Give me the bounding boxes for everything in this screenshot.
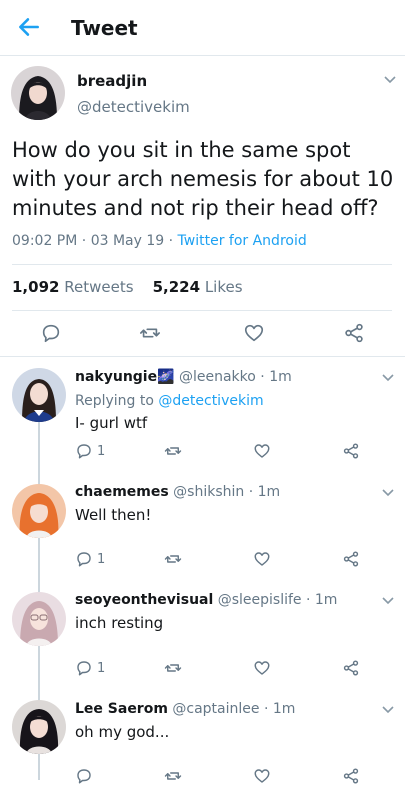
meta-separator: ·: [168, 233, 174, 249]
top-bar: Tweet: [0, 0, 405, 56]
avatar[interactable]: [12, 592, 66, 646]
share-icon: [343, 551, 359, 567]
avatar[interactable]: [12, 368, 66, 422]
replying-to: Replying to @detectivekim: [75, 393, 264, 409]
like-button[interactable]: [253, 659, 271, 677]
reply-author-name[interactable]: nakyungie🌌: [75, 369, 175, 385]
avatar[interactable]: [12, 700, 66, 754]
tweet-meta: 09:02 PM · 03 May 19 · Twitter for Andro…: [12, 233, 307, 249]
retweet-icon: [140, 328, 160, 338]
share-button[interactable]: [342, 659, 360, 677]
reply-author-name[interactable]: seoyeonthevisual: [75, 592, 213, 608]
share-button[interactable]: [342, 442, 360, 460]
reply-time: · 1m: [248, 484, 281, 500]
reply-button[interactable]: [40, 322, 62, 344]
retweet-button[interactable]: [163, 550, 183, 568]
meta-separator: ·: [81, 233, 87, 249]
page-title: Tweet: [71, 16, 138, 40]
tweet-text: How do you sit in the same spot with you…: [12, 138, 394, 220]
reply-text: Well then!: [75, 506, 152, 524]
share-button[interactable]: [342, 767, 360, 785]
likes-label[interactable]: Likes: [205, 278, 243, 296]
reply-text: I- gurl wtf: [75, 414, 148, 432]
like-icon: [254, 552, 270, 566]
like-icon: [254, 661, 270, 675]
share-icon: [343, 443, 359, 459]
likes-count[interactable]: 5,224: [153, 278, 200, 296]
reply-button[interactable]: 1: [75, 442, 105, 460]
tweet-stats: 1,092 Retweets 5,224 Likes: [12, 278, 243, 296]
reply-time: · 1m: [260, 369, 292, 385]
divider: [12, 310, 392, 311]
reply-button[interactable]: 1: [75, 659, 105, 677]
reply-icon: [77, 661, 91, 676]
retweet-icon: [164, 664, 182, 672]
share-icon: [345, 323, 363, 343]
retweet-icon: [164, 555, 182, 563]
reply-button[interactable]: [75, 767, 97, 785]
reply-header: Lee Saerom @captainlee · 1m: [75, 701, 295, 717]
reply-header: chaememes @shikshin · 1m: [75, 484, 280, 500]
chevron-down-icon[interactable]: [383, 75, 397, 85]
retweets-label[interactable]: Retweets: [64, 278, 133, 296]
reply-count: 1: [97, 443, 106, 459]
chevron-down-icon[interactable]: [381, 596, 395, 606]
share-button[interactable]: [343, 322, 365, 344]
share-icon: [343, 768, 359, 784]
reply-header: seoyeonthevisual @sleepislife · 1m: [75, 592, 337, 608]
like-button[interactable]: [253, 442, 271, 460]
retweets-count[interactable]: 1,092: [12, 278, 59, 296]
reply-time: · 1m: [306, 592, 338, 608]
reply-author-name[interactable]: chaememes: [75, 484, 169, 500]
reply-count: 1: [97, 551, 106, 567]
reply-time: · 1m: [263, 701, 296, 717]
like-icon: [254, 444, 270, 458]
reply-author-handle[interactable]: @leenakko: [179, 369, 256, 385]
reply-icon: [42, 324, 60, 343]
like-icon: [254, 769, 270, 783]
reply-icon: [77, 444, 91, 459]
reply-icon: [77, 552, 91, 567]
like-button[interactable]: [253, 550, 271, 568]
reply-text: oh my god...: [75, 723, 170, 741]
like-button[interactable]: [243, 322, 265, 344]
reply-header: nakyungie🌌 @leenakko · 1m: [75, 369, 292, 385]
author-handle[interactable]: @detectivekim: [77, 98, 190, 116]
tweet-time: 09:02 PM: [12, 233, 78, 249]
divider: [12, 264, 392, 265]
reply-button[interactable]: 1: [75, 550, 105, 568]
share-button[interactable]: [342, 550, 360, 568]
divider: [0, 356, 405, 357]
retweet-button[interactable]: [163, 659, 183, 677]
replying-to-label: Replying to: [75, 393, 154, 409]
reply-author-handle[interactable]: @shikshin: [173, 484, 244, 500]
tweet-date: 03 May 19: [90, 233, 165, 249]
reply-author-handle[interactable]: @captainlee: [172, 701, 259, 717]
reply-author-handle[interactable]: @sleepislife: [218, 592, 302, 608]
reply-icon: [77, 769, 91, 784]
tweet-source-link[interactable]: Twitter for Android: [178, 233, 307, 249]
back-arrow-icon[interactable]: [16, 14, 42, 40]
chevron-down-icon[interactable]: [381, 488, 395, 498]
replying-to-handle[interactable]: @detectivekim: [158, 393, 263, 409]
reply-author-name[interactable]: Lee Saerom: [75, 701, 168, 717]
reply-text: inch resting: [75, 614, 164, 632]
share-icon: [343, 660, 359, 676]
reply-count: 1: [97, 660, 106, 676]
chevron-down-icon[interactable]: [381, 705, 395, 715]
chevron-down-icon[interactable]: [381, 373, 395, 383]
like-icon: [244, 324, 264, 342]
retweet-button[interactable]: [138, 322, 162, 344]
retweet-button[interactable]: [163, 767, 183, 785]
retweet-icon: [164, 447, 182, 455]
retweet-icon: [164, 772, 182, 780]
retweet-button[interactable]: [163, 442, 183, 460]
avatar[interactable]: [11, 66, 65, 120]
avatar[interactable]: [12, 484, 66, 538]
author-name[interactable]: breadjin: [77, 72, 147, 90]
like-button[interactable]: [253, 767, 271, 785]
